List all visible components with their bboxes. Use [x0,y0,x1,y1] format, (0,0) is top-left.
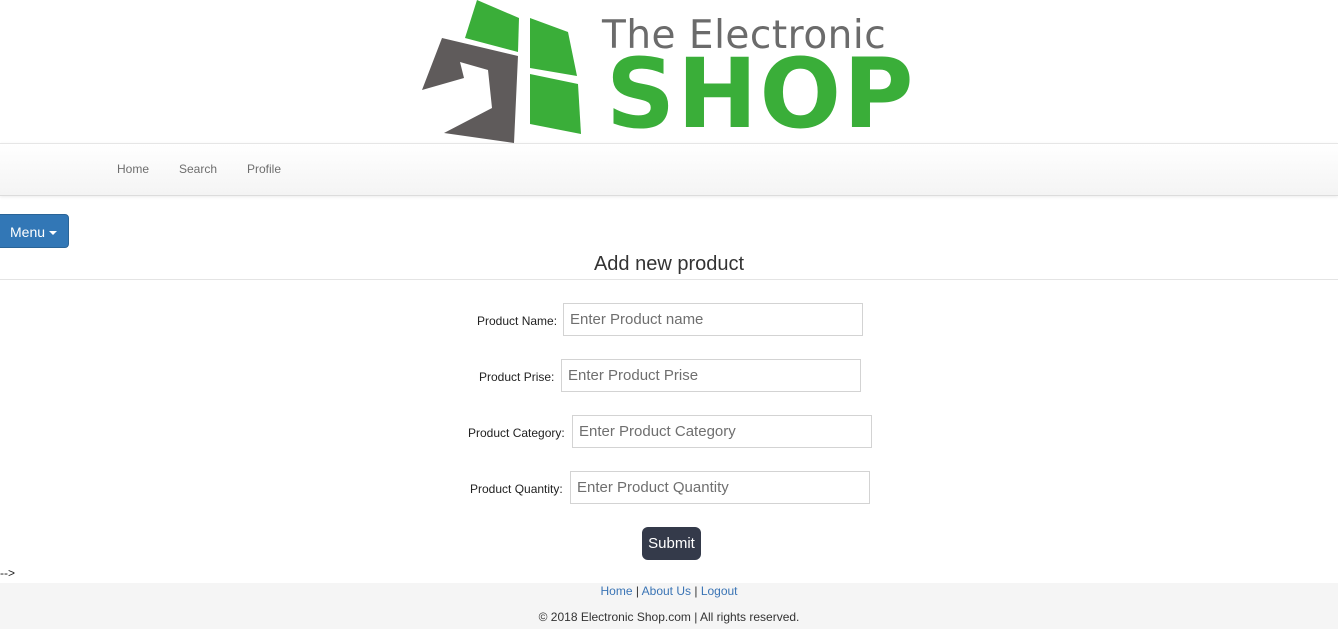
product-category-input[interactable] [572,415,872,448]
product-prise-input[interactable] [561,359,861,392]
top-navbar: Home Search Profile [0,143,1338,196]
menu-dropdown-button[interactable]: Menu [0,214,69,248]
nav-home-link[interactable]: Home [117,161,149,177]
product-name-label: Product Name: [477,314,558,328]
product-name-input[interactable] [563,303,863,336]
footer-links: Home | About Us | Logout [0,583,1338,599]
footer-about-link[interactable]: About Us [642,584,691,598]
product-prise-label: Product Prise: [479,370,555,384]
footer-separator: | [694,584,698,598]
caret-down-icon [49,231,58,236]
footer-home-link[interactable]: Home [600,584,632,598]
page: The Electronic SHOP Home Search Profile … [0,0,1338,629]
site-footer: Home | About Us | Logout © 2018 Electron… [0,583,1338,629]
submit-button[interactable]: Submit [642,527,701,560]
nav-profile-link[interactable]: Profile [247,161,281,177]
site-header: The Electronic SHOP [0,0,1338,150]
title-divider [0,279,1338,280]
nav-search-link[interactable]: Search [179,161,217,177]
product-quantity-input[interactable] [570,471,870,504]
stray-comment-text: --> [0,566,15,580]
page-title: Add new product [593,253,745,275]
product-quantity-label: Product Quantity: [470,482,563,496]
footer-logout-link[interactable]: Logout [701,584,738,598]
shop-logo-icon[interactable] [420,0,585,143]
menu-button-label: Menu [10,224,46,240]
footer-separator: | [635,584,639,598]
logo-shop-text: SHOP [606,38,916,150]
product-category-label: Product Category: [468,426,565,440]
copyright-text: © 2018 Electronic Shop.com | All rights … [538,610,800,624]
